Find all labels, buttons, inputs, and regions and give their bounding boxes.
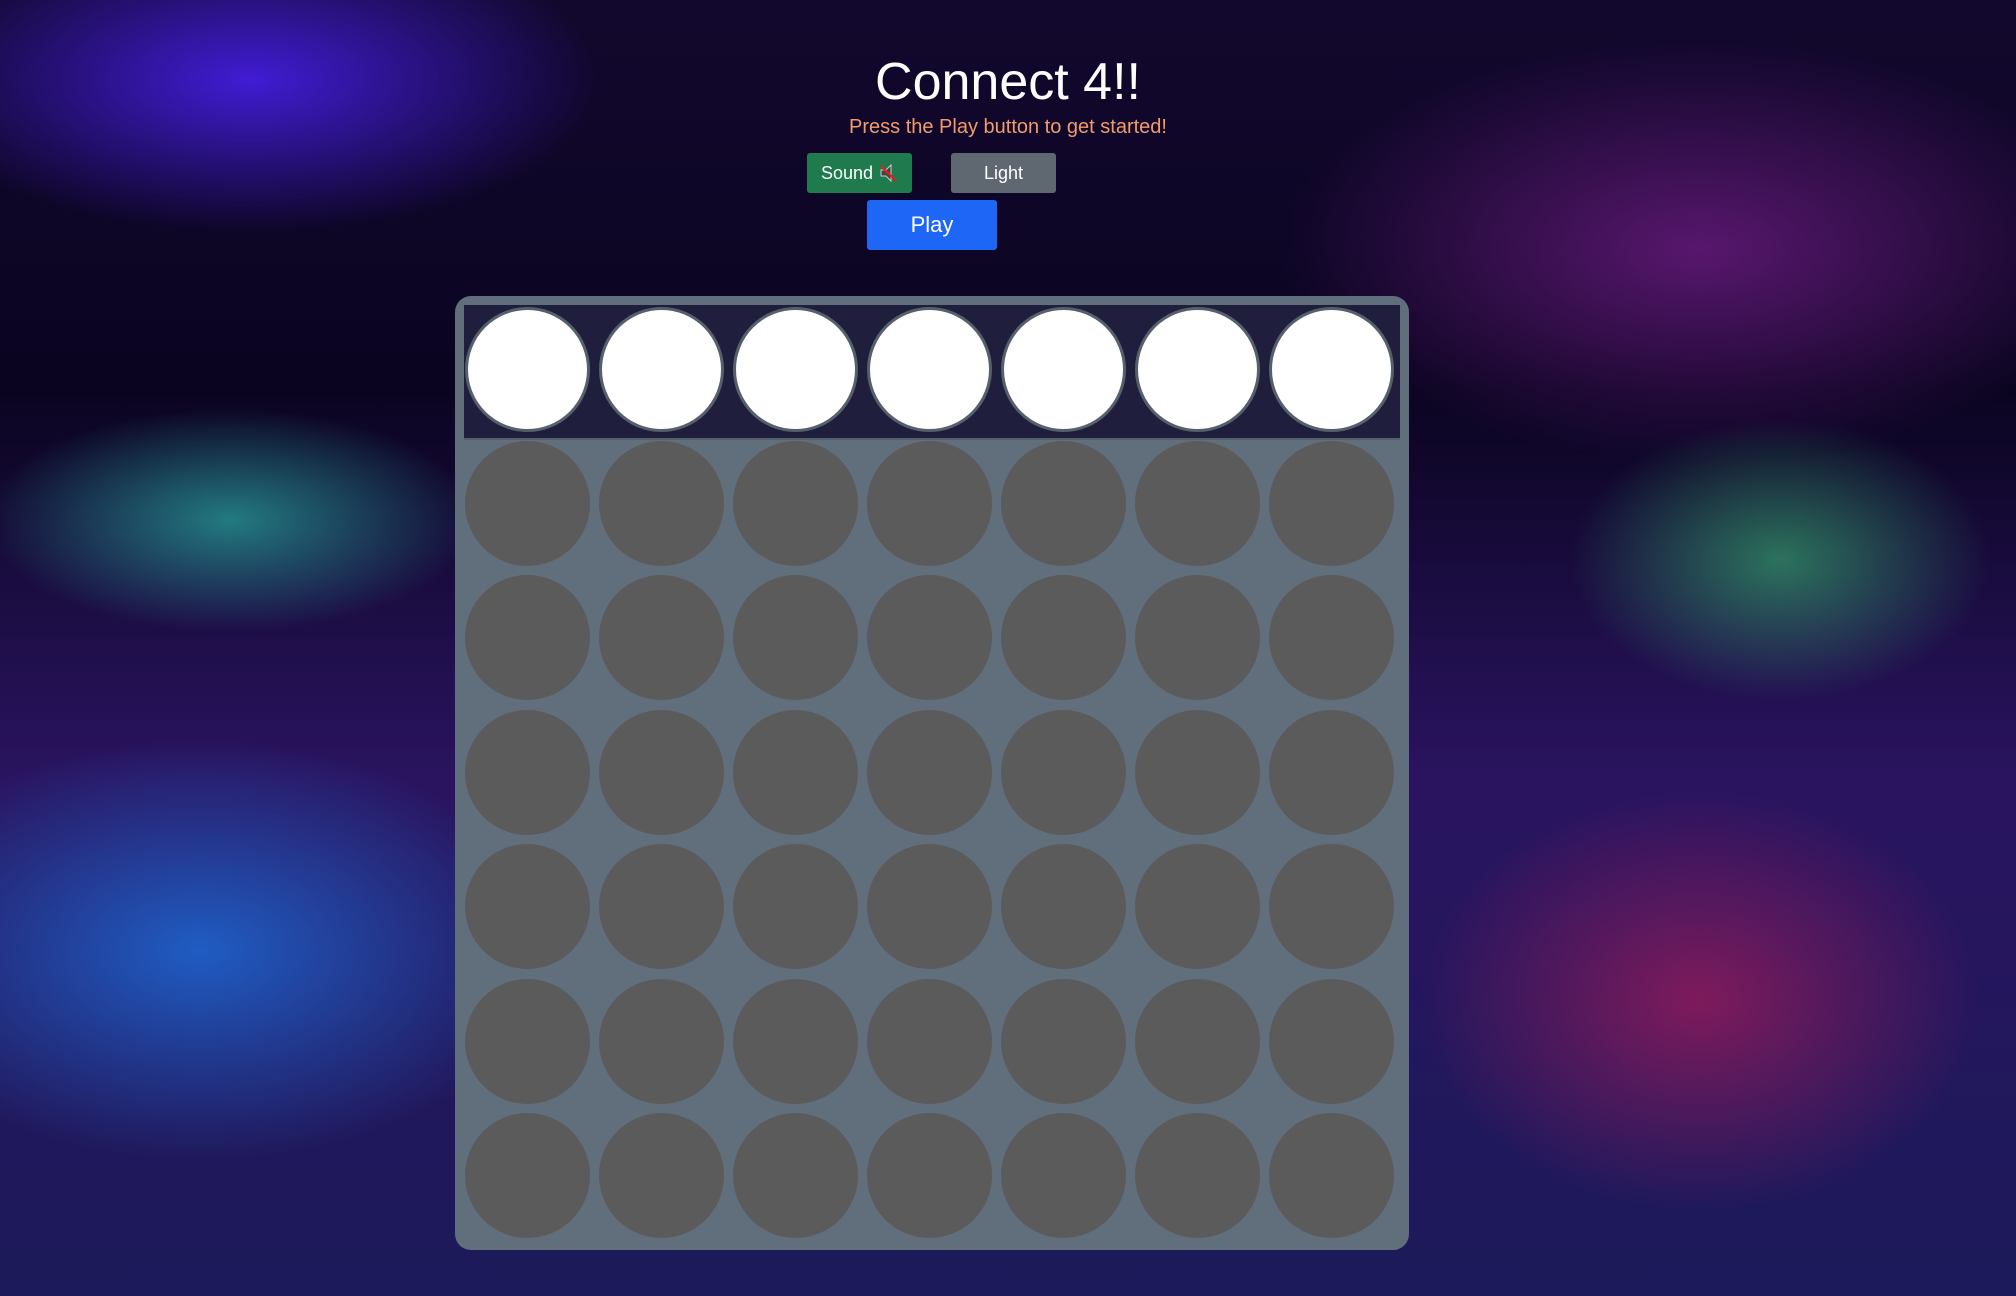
drop-slot-column-4[interactable]: [867, 307, 992, 432]
light-theme-button[interactable]: Light: [951, 153, 1056, 193]
board-cell: [1135, 709, 1260, 835]
title: Connect 4!!: [875, 53, 1141, 111]
drop-slot-column-5[interactable]: [1001, 307, 1126, 432]
board-cell: [1269, 844, 1394, 969]
game-board: [455, 296, 1409, 1250]
board-cell: [867, 575, 992, 700]
board-cell: [867, 709, 992, 835]
board-cell: [465, 1113, 590, 1238]
board-cell: [867, 844, 992, 969]
board-cell: [733, 575, 858, 700]
board-cell: [733, 709, 858, 835]
board-cell: [867, 440, 992, 566]
board-cell: [599, 844, 724, 969]
board-cell: [1135, 440, 1260, 566]
board-cell: [867, 978, 992, 1104]
board-cell: [867, 1113, 992, 1238]
board-cell: [1269, 575, 1394, 700]
sound-label: Sound: [820, 162, 874, 183]
board-cell: [733, 844, 858, 969]
board-cell: [1269, 709, 1394, 835]
board-cell: [1001, 978, 1126, 1104]
board-cell: [1269, 440, 1394, 566]
play-button[interactable]: Play: [867, 200, 997, 250]
board-cell: [1001, 844, 1126, 969]
board-cell: [1001, 1113, 1126, 1238]
drop-slot-column-1[interactable]: [465, 307, 590, 432]
board-cell: [465, 709, 590, 835]
drop-slot-column-7[interactable]: [1269, 307, 1394, 432]
board-cell: [465, 844, 590, 969]
board-cell: [1135, 575, 1260, 700]
board-cell: [733, 440, 858, 566]
board-cell: [599, 1113, 724, 1238]
board-cell: [1001, 575, 1126, 700]
subtitle: Press the Play button to get started!: [849, 116, 1167, 138]
drop-slot-column-6[interactable]: [1135, 307, 1260, 432]
drop-slot-column-3[interactable]: [733, 307, 858, 432]
board-cell: [465, 440, 590, 566]
drop-slot-column-2[interactable]: [599, 307, 724, 432]
board-cell: [465, 978, 590, 1104]
speaker-muted-icon: [880, 163, 897, 183]
board-cell: [1001, 440, 1126, 566]
board-cell: [599, 709, 724, 835]
board-cell: [1135, 978, 1260, 1104]
board-cell: [599, 440, 724, 566]
board-cell: [465, 575, 590, 700]
board-cell: [1001, 709, 1126, 835]
board-cell: [733, 1113, 858, 1238]
board-cell: [599, 978, 724, 1104]
board-cell: [1269, 978, 1394, 1104]
board-cell: [1135, 844, 1260, 969]
board-cell: [1269, 1113, 1394, 1238]
board-cell: [599, 575, 724, 700]
board-cell: [1135, 1113, 1260, 1238]
board-cell: [733, 978, 858, 1104]
sound-toggle-button[interactable]: Sound: [807, 153, 912, 193]
